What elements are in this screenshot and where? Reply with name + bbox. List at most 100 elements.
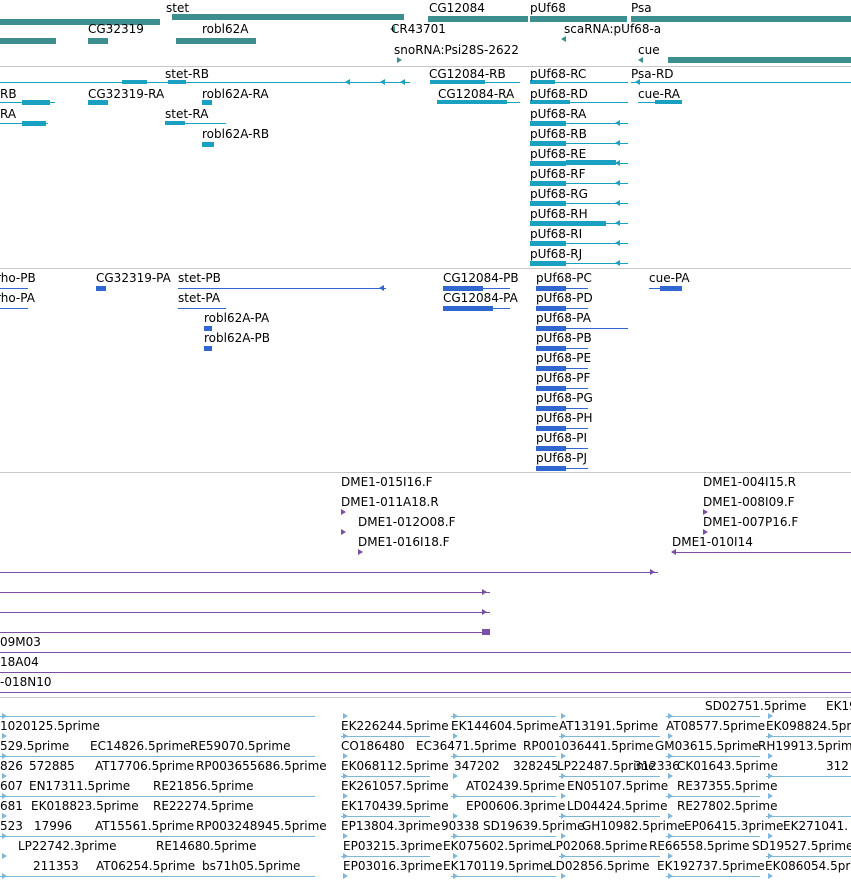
est-label[interactable]: RE37355.5prime xyxy=(677,780,778,793)
protein-block[interactable] xyxy=(536,466,566,471)
est-label[interactable]: EK018823.5prime xyxy=(31,800,139,813)
gene-label[interactable]: robl62A xyxy=(202,23,248,36)
clone-label[interactable]: 18A04 xyxy=(0,656,39,669)
est-label[interactable]: EK261057.5prime xyxy=(341,780,449,793)
est-label[interactable]: EC36471.5prime xyxy=(416,740,517,753)
exon-block[interactable] xyxy=(22,121,46,126)
transcript-label[interactable]: stet-RB xyxy=(165,68,209,81)
gene-arrow-icon[interactable] xyxy=(561,36,566,42)
protein-label[interactable]: stet-PA xyxy=(178,292,220,305)
transcript-label[interactable]: CG12084-RA xyxy=(438,88,514,101)
exon-block[interactable] xyxy=(566,221,606,226)
est-label[interactable]: EN05107.5prime xyxy=(567,780,668,793)
gene-label[interactable]: Psa xyxy=(631,2,652,15)
transcript-label[interactable]: pUf68-RC xyxy=(530,68,586,81)
protein-label[interactable]: pUf68-PI xyxy=(536,432,587,445)
transcript-label[interactable]: pUf68-RE xyxy=(530,148,586,161)
est-arrow-icon[interactable] xyxy=(668,793,673,799)
strand-arrow-icon[interactable] xyxy=(615,260,620,266)
est-label[interactable]: RP003248945.5prime xyxy=(196,820,327,833)
gene-bar[interactable] xyxy=(668,57,851,63)
est-label[interactable]: CO186480 xyxy=(341,740,405,753)
protein-label[interactable]: pUf68-PF xyxy=(536,372,590,385)
protein-label[interactable]: robl62A-PB xyxy=(204,332,270,345)
strand-arrow-icon[interactable] xyxy=(379,285,384,291)
est-label[interactable]: 347202 xyxy=(454,760,500,773)
est-label[interactable]: 328245 xyxy=(513,760,559,773)
est-label[interactable]: 572885 xyxy=(29,760,75,773)
protein-label[interactable]: rho-PB xyxy=(0,272,36,285)
est-label[interactable]: 529.5prime xyxy=(0,740,69,753)
est-label[interactable]: bs71h05.5prime xyxy=(202,860,300,873)
transcript-label[interactable]: robl62A-RB xyxy=(202,128,269,141)
clone-label[interactable]: DME1-008I09.F xyxy=(703,496,795,509)
gene-label[interactable]: snoRNA:Psi28S-2622 xyxy=(394,44,519,57)
transcript-label[interactable]: pUf68-RI xyxy=(530,228,582,241)
est-label[interactable]: RH19913.5prime xyxy=(758,740,851,753)
protein-label[interactable]: pUf68-PH xyxy=(536,412,592,425)
protein-block[interactable] xyxy=(96,286,106,291)
gene-bar[interactable] xyxy=(631,16,851,22)
strand-arrow-icon[interactable] xyxy=(615,220,620,226)
est-label[interactable]: RP001036441.5prime xyxy=(523,740,654,753)
clone-label[interactable]: DME1-012O08.F xyxy=(358,516,455,529)
est-label[interactable]: EC14826.5prime xyxy=(90,740,191,753)
gene-label[interactable]: cue xyxy=(638,44,660,57)
est-arrow-icon[interactable] xyxy=(2,853,7,859)
gene-label[interactable]: CR43701 xyxy=(391,23,446,36)
est-label[interactable]: EK226244.5prime xyxy=(341,720,449,733)
strand-arrow-icon[interactable] xyxy=(380,79,385,85)
protein-label[interactable]: pUf68-PE xyxy=(536,352,591,365)
clone-label[interactable]: DME1-016I18.F xyxy=(358,536,450,549)
est-label[interactable]: 17996 xyxy=(34,820,72,833)
exon-block[interactable] xyxy=(530,161,566,166)
protein-label[interactable]: rho-PA xyxy=(0,292,35,305)
est-label[interactable]: EK19 xyxy=(826,700,851,713)
strand-arrow-icon[interactable] xyxy=(615,180,620,186)
transcript-label[interactable]: cue-RA xyxy=(638,88,680,101)
est-label[interactable]: RE66558.5prime xyxy=(649,840,750,853)
transcript-label[interactable]: pUf68-RH xyxy=(530,208,588,221)
est-arrow-icon[interactable] xyxy=(453,773,458,779)
exon-block[interactable] xyxy=(530,141,566,146)
est-arrow-icon[interactable] xyxy=(2,873,7,879)
est-label[interactable]: EK271041. xyxy=(783,820,848,833)
exon-block[interactable] xyxy=(530,241,566,246)
exon-block[interactable] xyxy=(165,121,185,125)
clone-block[interactable] xyxy=(482,629,490,635)
est-label[interactable]: SD19639.5prime xyxy=(483,820,584,833)
transcript-label[interactable]: RA xyxy=(0,108,16,121)
exon-block[interactable] xyxy=(530,201,566,206)
est-label[interactable]: 1020125.5prime xyxy=(0,720,100,733)
gene-label[interactable]: CG12084 xyxy=(429,2,485,15)
est-label[interactable]: RE14680.5prime xyxy=(156,840,257,853)
protein-label[interactable]: pUf68-PC xyxy=(536,272,592,285)
est-label[interactable]: EP00606.3prime xyxy=(466,800,565,813)
transcript-label[interactable]: CG12084-RB xyxy=(429,68,506,81)
clone-arrow-icon[interactable] xyxy=(482,609,487,615)
gene-label[interactable]: stet xyxy=(166,2,189,15)
exon-block[interactable] xyxy=(530,221,566,226)
est-arrow-icon[interactable] xyxy=(668,873,673,879)
gene-bar[interactable] xyxy=(172,14,404,20)
strand-arrow-icon[interactable] xyxy=(400,79,405,85)
protein-label[interactable]: pUf68-PJ xyxy=(536,452,587,465)
est-label[interactable]: GH10982.5prime xyxy=(582,820,685,833)
clone-label[interactable]: DME1-010I14 xyxy=(672,536,753,549)
est-label[interactable]: LP02068.5prime xyxy=(549,840,648,853)
est-label[interactable]: EK068112.5prime xyxy=(341,760,449,773)
est-label[interactable]: EP03215.3prime xyxy=(343,840,442,853)
transcript-label[interactable]: pUf68-RD xyxy=(530,88,588,101)
est-label[interactable]: EK192737.5prime xyxy=(657,860,765,873)
est-label[interactable]: AT02439.5prime xyxy=(466,780,565,793)
est-label[interactable]: SD02751.5prime xyxy=(705,700,806,713)
clone-label[interactable]: -018N10 xyxy=(0,676,51,689)
est-label[interactable]: CK01643.5prime xyxy=(677,760,778,773)
transcript-label[interactable]: Psa-RD xyxy=(631,68,674,81)
strand-arrow-icon[interactable] xyxy=(345,79,350,85)
est-label[interactable]: RE21856.5prime xyxy=(153,780,254,793)
est-label[interactable]: EK170119.5prime xyxy=(443,860,551,873)
transcript-label[interactable]: pUf68-RJ xyxy=(530,248,582,261)
est-label[interactable]: EK098824.5prime xyxy=(766,720,851,733)
protein-label[interactable]: stet-PB xyxy=(178,272,221,285)
